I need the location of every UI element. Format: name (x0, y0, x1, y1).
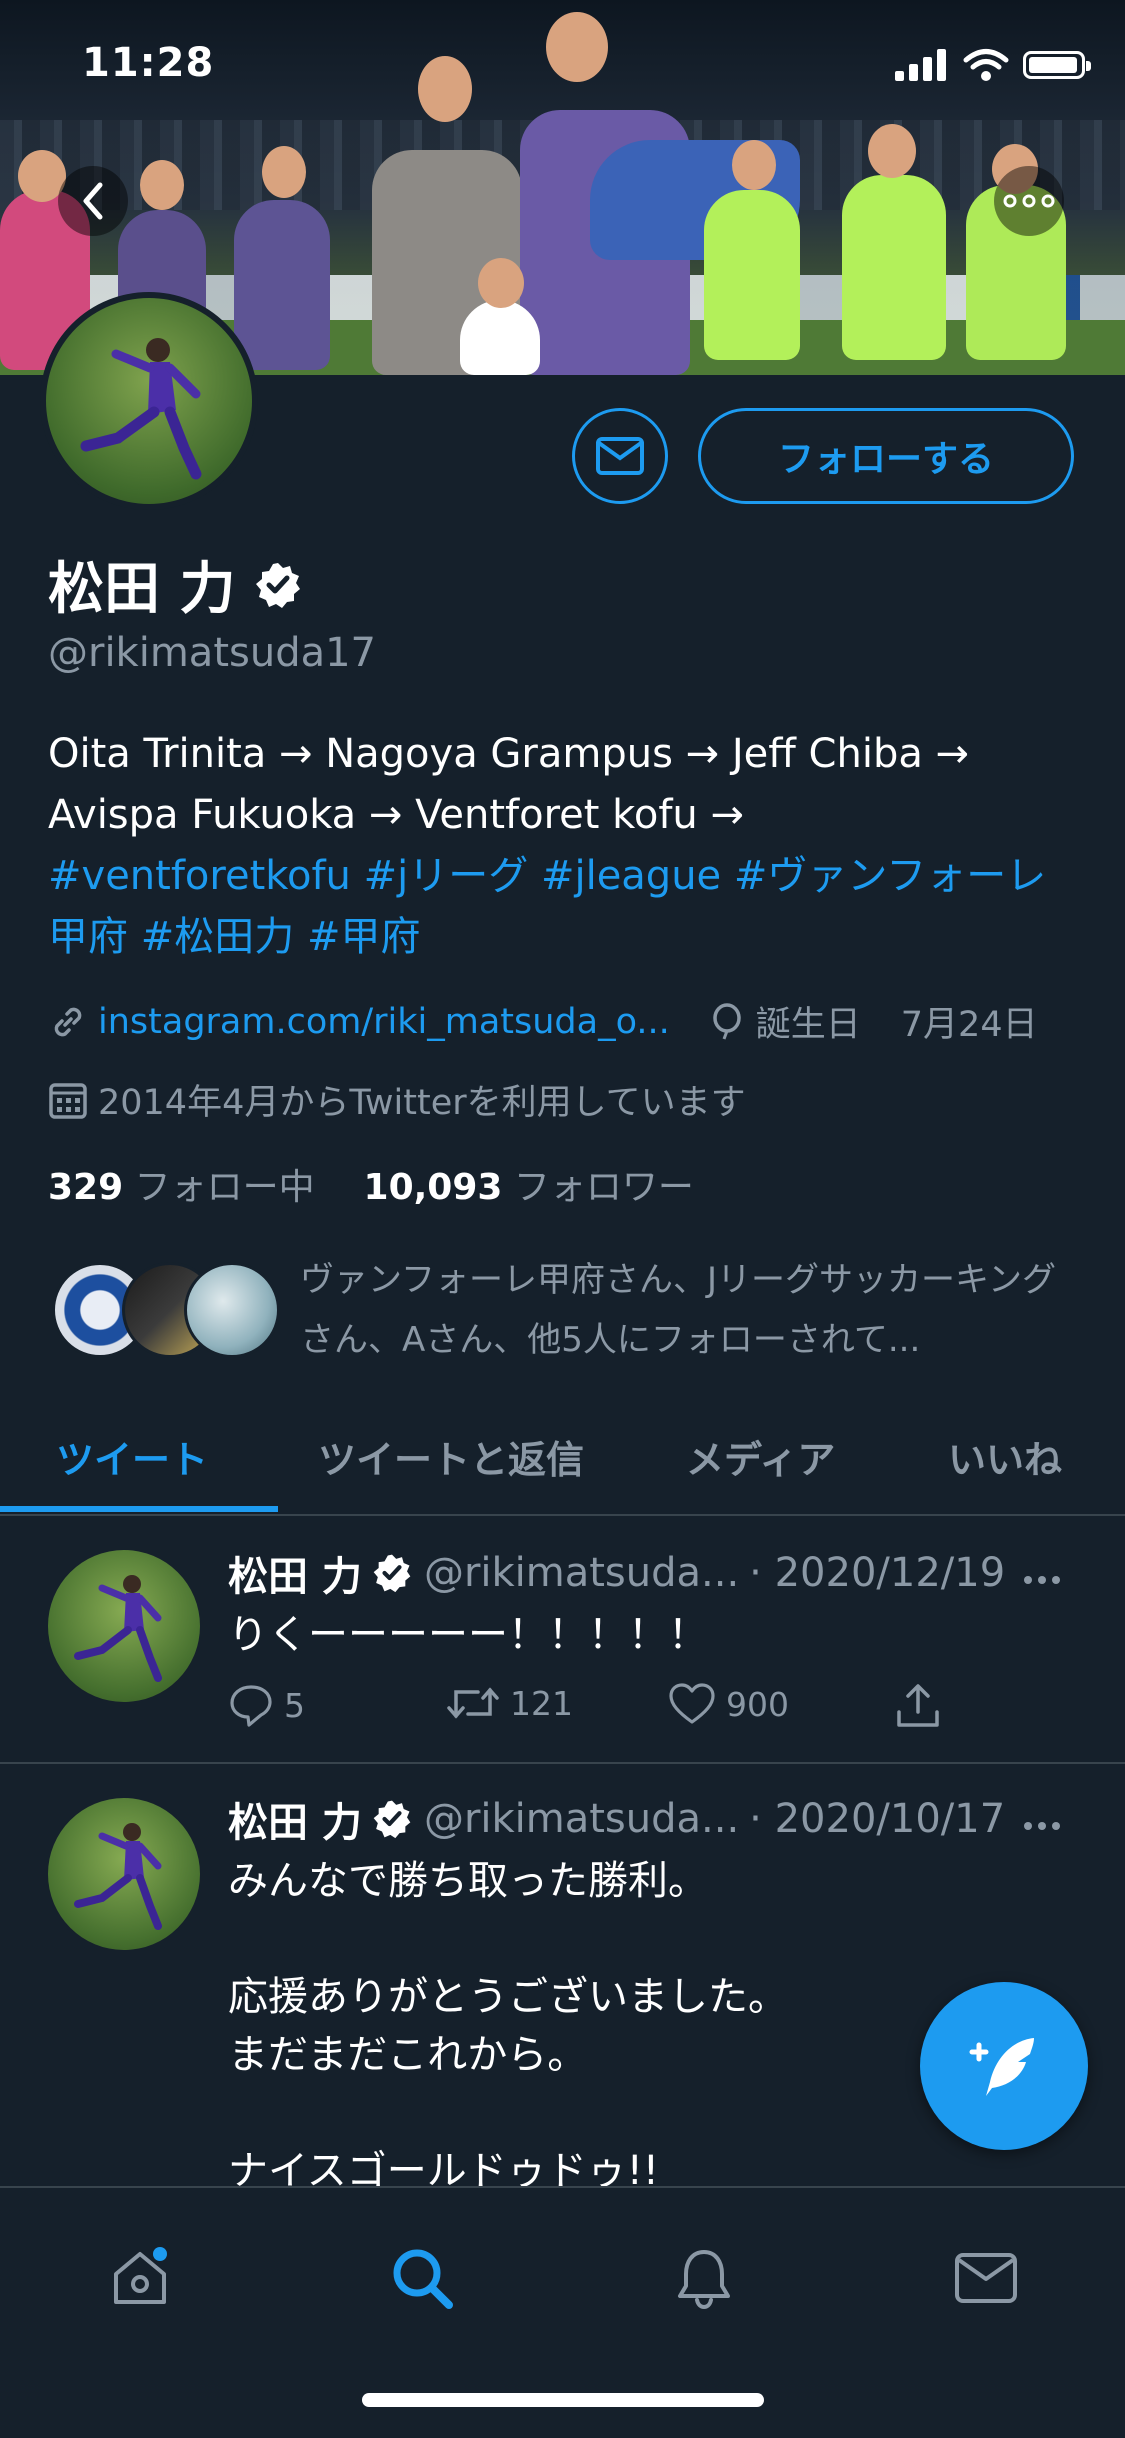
wifi-icon (963, 49, 1009, 81)
back-arrow-icon (83, 182, 103, 220)
reply-icon (230, 1685, 272, 1727)
followers-label: フォロワー (513, 1167, 694, 1208)
retweet-button[interactable]: 121 (446, 1682, 573, 1724)
tweet-header: 松田 力 @rikimatsuda... · 2020/10/17 (228, 1790, 1005, 1848)
nav-notifications[interactable] (654, 2228, 754, 2328)
following-label: フォロー中 (134, 1167, 315, 1208)
heart-icon (669, 1683, 715, 1724)
player-figure-image (74, 1823, 162, 1930)
profile-bio: Oita Trinita → Nagoya Grampus → Jeff Chi… (48, 724, 1078, 968)
like-count: 900 (726, 1684, 789, 1724)
profile-tabs: ツイート ツイートと返信 メディア いいね (0, 1400, 1125, 1516)
status-icons (895, 48, 1091, 82)
profile-name: 松田 力 (48, 557, 236, 622)
joined-date: 2014年4月からTwitterを利用しています (98, 1083, 746, 1123)
following-count: 329 (48, 1167, 124, 1208)
reply-count: 5 (284, 1685, 305, 1725)
verified-badge-icon (254, 561, 302, 609)
bio-hashtags[interactable]: #ventforetkofu #jリーグ #jleague #ヴァンフォーレ (48, 846, 1078, 907)
retweet-count: 121 (510, 1683, 573, 1723)
tweet-author-name[interactable]: 松田 力 (228, 1790, 362, 1848)
share-icon (897, 1684, 939, 1727)
follow-button[interactable]: フォローする (698, 408, 1074, 504)
home-icon (114, 2247, 167, 2304)
player-figure-image (74, 1575, 162, 1682)
more-dots-icon (1003, 194, 1055, 208)
profile-meta-row: instagram.com/riki_matsuda_o... 誕生日 7月24… (48, 996, 1038, 1047)
tweet-author-handle[interactable]: @rikimatsuda... (424, 1550, 739, 1596)
tweet-author-name[interactable]: 松田 力 (228, 1544, 362, 1602)
tweet-avatar[interactable] (48, 1550, 200, 1702)
tweet-header: 松田 力 @rikimatsuda... · 2020/12/19 (228, 1544, 1005, 1602)
profile-name-row: 松田 力 (48, 544, 302, 625)
tweet-more-button[interactable] (1024, 1570, 1074, 1590)
tweet-date[interactable]: · 2020/12/19 (749, 1550, 1005, 1596)
followers-you-know-avatars[interactable] (52, 1262, 282, 1364)
envelope-icon (596, 437, 644, 475)
compose-tweet-button[interactable] (920, 1982, 1088, 2150)
compose-feather-icon (969, 2038, 1034, 2096)
tweet-author-handle[interactable]: @rikimatsuda... (424, 1796, 739, 1842)
tweet-avatar[interactable] (48, 1798, 200, 1950)
followers-link[interactable]: 10,093 フォロワー (364, 1167, 694, 1208)
bio-line: Oita Trinita → Nagoya Grampus → Jeff Chi… (48, 731, 970, 777)
tweet-date[interactable]: · 2020/10/17 (749, 1796, 1005, 1842)
bio-hashtags[interactable]: 甲府 #松田力 #甲府 (48, 907, 1078, 968)
envelope-icon (955, 2253, 1017, 2303)
retweet-icon (447, 1687, 499, 1719)
share-button[interactable] (894, 1682, 942, 1730)
avatar (184, 1262, 280, 1358)
tab-tweets-and-replies[interactable]: ツイートと返信 (318, 1400, 584, 1512)
back-button[interactable] (58, 166, 128, 236)
active-tab-indicator (0, 1506, 278, 1512)
nav-search[interactable] (372, 2228, 472, 2328)
search-icon (393, 2249, 453, 2309)
battery-icon (1023, 51, 1091, 79)
like-button[interactable]: 900 (668, 1682, 789, 1726)
profile-handle: @rikimatsuda17 (48, 630, 376, 676)
tab-media[interactable]: メディア (686, 1400, 835, 1512)
cellular-signal-icon (895, 49, 946, 81)
tweet-more-button[interactable] (1024, 1816, 1074, 1836)
tab-likes[interactable]: いいね (948, 1400, 1062, 1512)
following-link[interactable]: 329 フォロー中 (48, 1167, 315, 1208)
message-button[interactable] (572, 408, 668, 504)
balloon-icon (713, 1002, 741, 1040)
birthday-label: 誕生日 (755, 1005, 861, 1045)
nav-messages[interactable] (936, 2228, 1036, 2328)
birthday-value: 7月24日 (900, 1005, 1038, 1045)
bell-icon (678, 2250, 730, 2310)
status-time: 11:28 (82, 40, 215, 86)
nav-home[interactable] (90, 2228, 190, 2328)
tweet-text: りくーーーーー！！！！！ (228, 1612, 708, 1658)
verified-badge-icon (373, 1800, 411, 1839)
bio-line: Avispa Fukuoka → Ventforet kofu → (48, 792, 745, 838)
followers-count: 10,093 (363, 1167, 503, 1208)
calendar-icon (49, 1082, 87, 1119)
reply-button[interactable]: 5 (228, 1682, 305, 1728)
profile-link[interactable]: instagram.com/riki_matsuda_o... (98, 1002, 670, 1042)
link-icon (54, 1007, 82, 1036)
tweet-item[interactable]: 松田 力 @rikimatsuda... · 2020/12/19 りくーーーー… (0, 1514, 1125, 1764)
followed-by-text[interactable]: ヴァンフォーレ甲府さん、Jリーグサッカーキングさん、Aさん、他5人にフォローされ… (300, 1250, 1080, 1370)
profile-avatar[interactable] (40, 292, 258, 510)
tweet-actions: 5 121 900 (228, 1682, 948, 1738)
follow-counts: 329 フォロー中 10,093 フォロワー (48, 1158, 694, 1210)
more-options-button[interactable] (994, 166, 1064, 236)
verified-badge-icon (373, 1554, 411, 1593)
joined-row: 2014年4月からTwitterを利用しています (48, 1074, 746, 1125)
player-figure-image (80, 338, 202, 480)
home-indicator[interactable] (362, 2393, 764, 2407)
tab-tweets[interactable]: ツイート (56, 1400, 208, 1512)
